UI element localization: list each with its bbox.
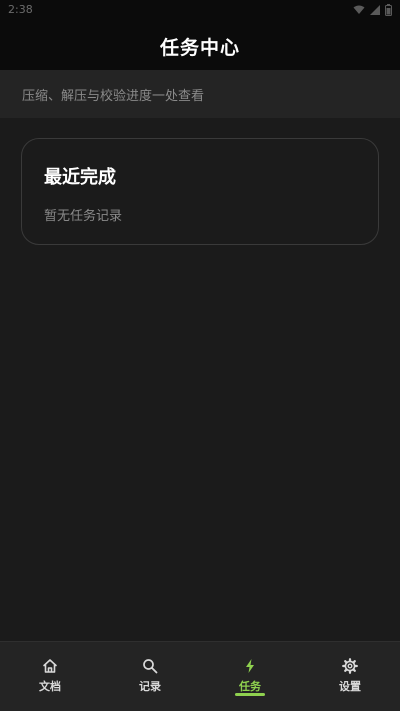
nav-label-documents: 文档	[39, 680, 61, 693]
status-bar: 2:38	[0, 0, 400, 22]
recent-card-title: 最近完成	[44, 167, 116, 188]
battery-icon	[385, 4, 392, 16]
empty-state-text: 暂无任务记录	[44, 209, 123, 224]
active-tab-indicator	[235, 693, 265, 696]
bottom-nav: 文档 记录 任务 设置	[0, 641, 400, 711]
home-icon	[43, 659, 57, 673]
wifi-icon	[353, 5, 365, 14]
recent-tasks-card: 最近完成 暂无任务记录	[21, 138, 379, 245]
nav-item-documents[interactable]: 文档	[0, 642, 100, 711]
status-time: 2:38	[8, 3, 33, 16]
gear-icon	[342, 658, 358, 674]
nav-label-records: 记录	[139, 680, 161, 693]
signal-icon	[370, 5, 380, 15]
status-icons	[353, 4, 392, 16]
search-icon	[143, 659, 158, 674]
subtitle-strip: 压缩、解压与校验进度一处查看	[0, 70, 400, 118]
page-title: 任务中心	[159, 36, 240, 59]
nav-item-records[interactable]: 记录	[100, 642, 200, 711]
nav-item-settings[interactable]: 设置	[300, 642, 400, 711]
subtitle-text: 压缩、解压与校验进度一处查看	[22, 88, 205, 104]
app-bar: 任务中心	[0, 22, 400, 70]
nav-label-settings: 设置	[339, 680, 361, 693]
lightning-icon	[246, 659, 254, 673]
nav-item-tasks[interactable]: 任务	[200, 642, 300, 711]
nav-label-tasks: 任务	[239, 680, 261, 693]
